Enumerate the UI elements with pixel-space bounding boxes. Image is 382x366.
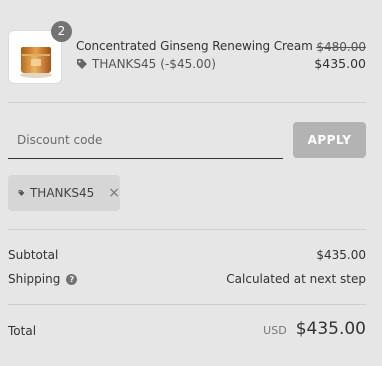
tag-icon [18, 190, 25, 196]
original-price: $480.00 [316, 40, 366, 54]
divider [8, 102, 366, 103]
currency-code: USD [263, 324, 287, 337]
help-icon[interactable]: ? [66, 273, 78, 285]
remove-discount-icon[interactable]: × [108, 186, 120, 200]
shipping-label-group: Shipping ? [8, 272, 78, 286]
subtotal-row: Subtotal $435.00 [8, 248, 366, 264]
total-row: Total USD $435.00 [8, 319, 366, 344]
total-amount: $435.00 [295, 319, 366, 339]
subtotal-value: $435.00 [316, 248, 366, 262]
line-discount: THANKS45 (-$45.00) [76, 57, 216, 71]
line-price: $435.00 [314, 56, 366, 71]
divider [8, 304, 366, 305]
product-name: Concentrated Ginseng Renewing Cream [76, 39, 313, 53]
subtotal-label: Subtotal [8, 248, 59, 262]
order-summary: 2 Concentrated Ginseng Renewing Cream TH… [0, 0, 382, 366]
divider [8, 229, 366, 230]
tag-icon [77, 59, 87, 69]
cart-line-item: 2 Concentrated Ginseng Renewing Cream TH… [8, 21, 366, 91]
line-discount-code: THANKS45 [92, 57, 157, 71]
apply-button[interactable]: APPLY [293, 122, 366, 158]
discount-code-input[interactable] [8, 122, 283, 159]
shipping-value: Calculated at next step [226, 272, 366, 286]
applied-discount-tag: THANKS45 × [8, 175, 120, 211]
shipping-label: Shipping [8, 272, 61, 286]
total-value-group: USD $435.00 [263, 319, 366, 339]
applied-discount-code: THANKS45 [29, 186, 95, 200]
total-label: Total [8, 324, 37, 338]
shipping-row: Shipping ? Calculated at next step [8, 272, 366, 288]
line-discount-amount: (-$45.00) [160, 57, 216, 71]
quantity-badge: 2 [51, 21, 72, 42]
